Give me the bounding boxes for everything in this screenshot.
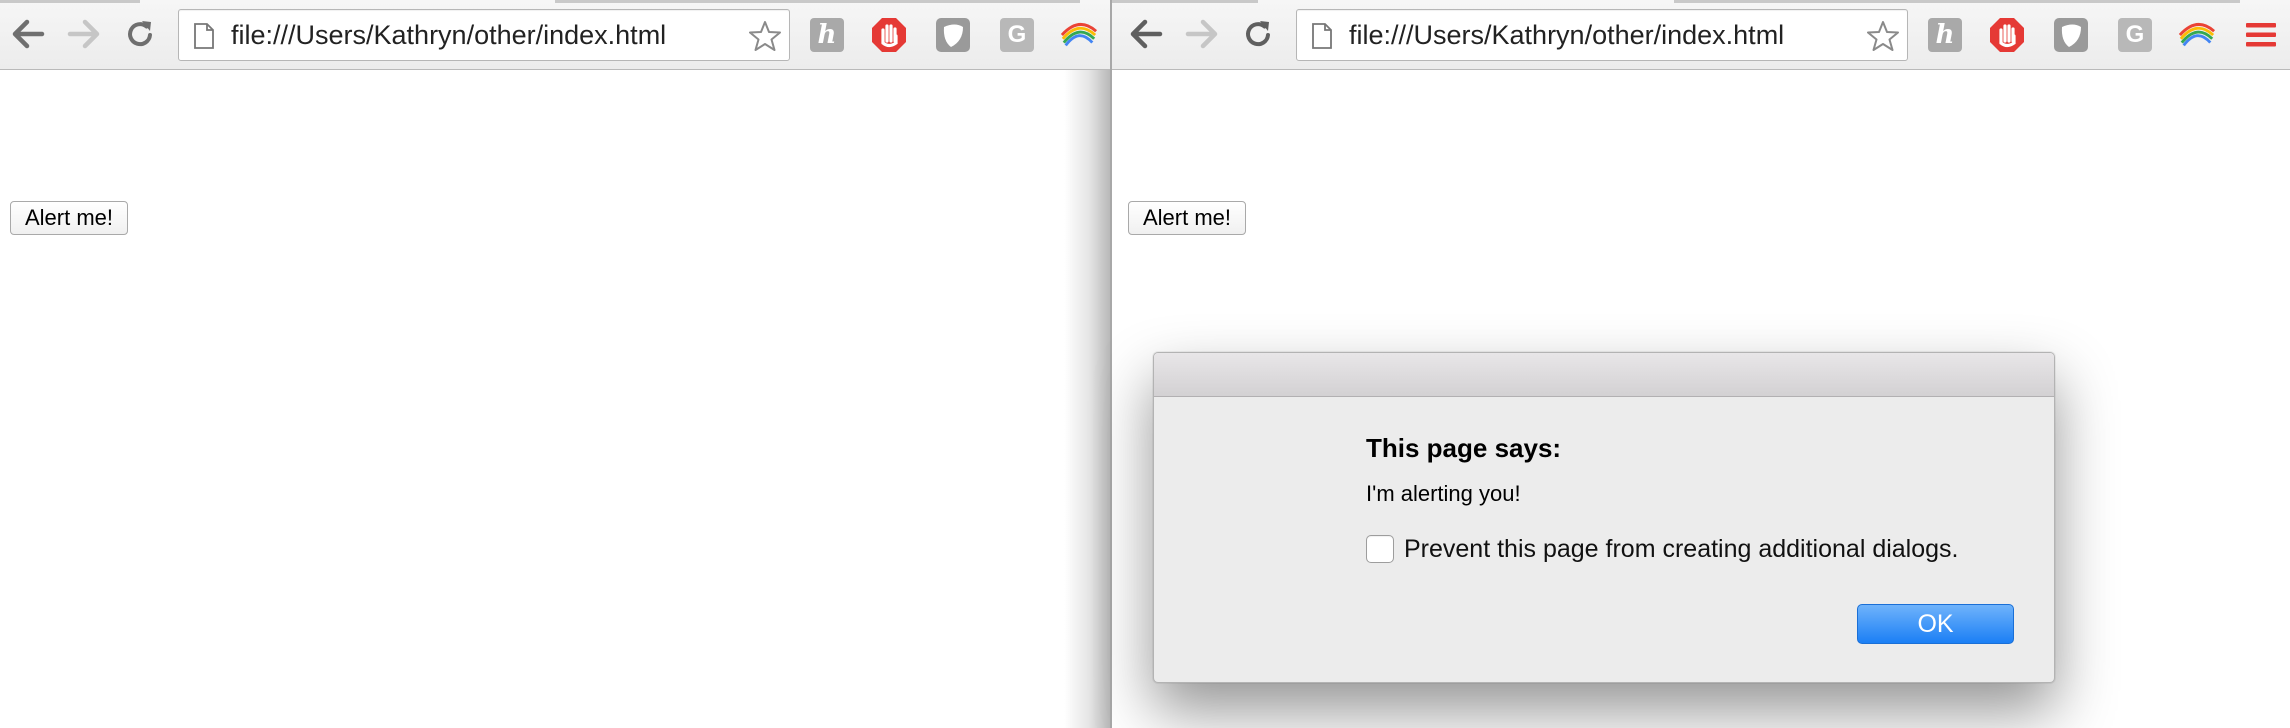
left-toolbar: file:///Users/Kathryn/other/index.html h [0,0,1110,70]
back-button[interactable] [8,14,48,54]
address-bar-url: file:///Users/Kathryn/other/index.html [1349,20,1785,50]
bookmark-star-icon[interactable] [1867,20,1899,52]
forward-arrow-icon [67,19,100,49]
page-icon [194,23,214,49]
alert-dialog: This page says: I'm alerting you! Preven… [1153,352,2055,683]
address-bar[interactable]: file:///Users/Kathryn/other/index.html [178,9,790,61]
extension-shield-button[interactable] [934,16,972,54]
address-bar[interactable]: file:///Users/Kathryn/other/index.html [1296,9,1908,61]
extension-g-button[interactable]: G [998,16,1036,54]
dialog-title: This page says: [1366,433,1562,463]
extension-h-button[interactable]: h [1926,16,1964,54]
prevent-dialogs-label[interactable]: Prevent this page from creating addition… [1404,535,1959,564]
h-extension-icon: h [1928,18,1962,52]
reload-button[interactable] [120,14,160,54]
forward-button[interactable] [1182,14,1222,54]
tab-strip-edge [1112,0,1258,3]
extension-adblock-button[interactable] [1988,16,2026,54]
forward-arrow-icon [1185,19,1218,49]
menu-hamburger-icon [2246,23,2276,47]
g-extension-icon: G [2118,18,2152,52]
left-browser-window: file:///Users/Kathryn/other/index.html h [0,0,1110,728]
dialog-titlebar[interactable] [1154,353,2054,397]
prevent-dialogs-checkbox[interactable] [1366,535,1394,563]
extension-g-button[interactable]: G [2116,16,2154,54]
address-bar-url: file:///Users/Kathryn/other/index.html [231,20,667,50]
screen: file:///Users/Kathryn/other/index.html h [0,0,2290,728]
h-extension-icon: h [810,18,844,52]
back-arrow-icon [1130,19,1163,49]
tab-strip-edge [1674,0,2240,3]
prevent-dialogs-option[interactable]: Prevent this page from creating addition… [1366,534,1959,564]
g-extension-icon: G [1000,18,1034,52]
right-toolbar: file:///Users/Kathryn/other/index.html h [1112,0,2290,70]
adblock-hand-icon [1990,18,2024,52]
extension-rainbow-button[interactable] [1060,16,1098,54]
extension-rainbow-button[interactable] [2178,16,2216,54]
back-arrow-icon [12,19,45,49]
extension-h-button[interactable]: h [808,16,846,54]
back-button[interactable] [1126,14,1166,54]
reload-icon [128,21,152,47]
shield-extension-icon [2054,18,2088,52]
reload-button[interactable] [1238,14,1278,54]
alert-me-button[interactable]: Alert me! [10,201,129,235]
alert-me-button[interactable]: Alert me! [1128,201,1247,235]
rainbow-extension-icon [1060,23,1098,47]
forward-button[interactable] [64,14,104,54]
reload-icon [1246,21,1270,47]
tab-strip-edge [0,0,140,3]
page-icon [1312,23,1332,49]
extension-adblock-button[interactable] [870,16,908,54]
chrome-menu-button[interactable] [2242,16,2280,54]
tab-strip-edge [555,0,1080,3]
shield-extension-icon [936,18,970,52]
extension-shield-button[interactable] [2052,16,2090,54]
dialog-message: I'm alerting you! [1366,481,1521,506]
rainbow-extension-icon [2178,23,2216,47]
adblock-hand-icon [872,18,906,52]
bookmark-star-icon[interactable] [749,20,781,52]
ok-button[interactable]: OK [1857,604,2014,644]
